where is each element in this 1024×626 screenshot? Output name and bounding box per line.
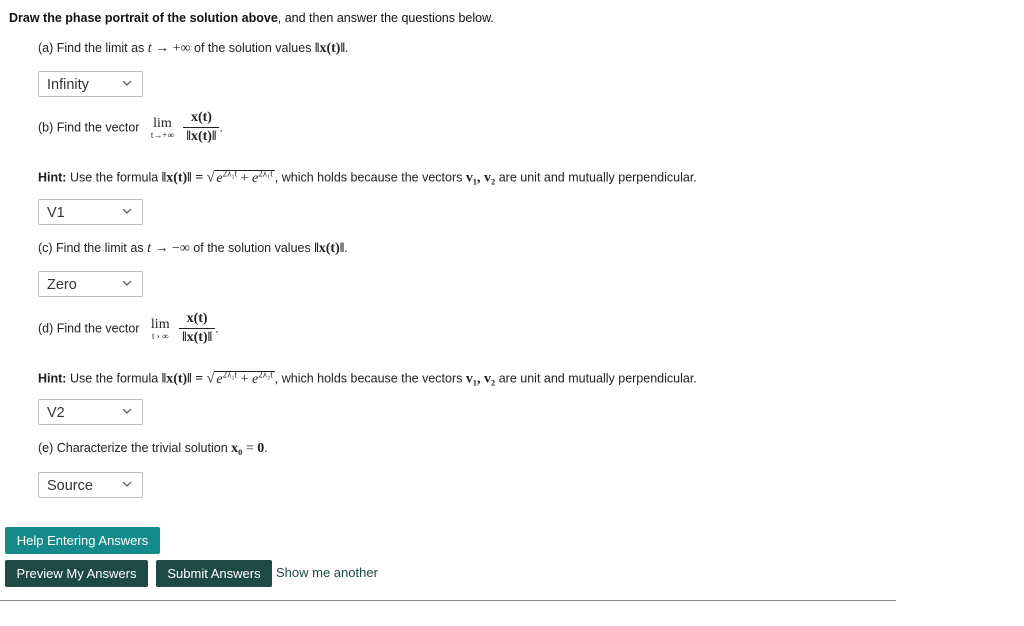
math-limit: lim t › ∞ <box>151 317 170 341</box>
chevron-down-icon <box>122 481 132 487</box>
question-d: (d) Find the vector lim t › ∞ x(t) ‖x(t)… <box>38 311 219 346</box>
chevron-down-icon <box>122 80 132 86</box>
hint-d: Hint: Use the formula ‖x(t)‖ = √ e2λ₁t + … <box>38 369 697 388</box>
hint-text-3: are unit and mutually perpendicular. <box>495 170 697 185</box>
answer-d-select[interactable]: V2 <box>38 399 143 425</box>
chevron-down-icon <box>122 408 132 414</box>
hint-text: Use the formula <box>66 170 162 185</box>
fraction-numerator: x(t) <box>183 110 220 128</box>
question-a-text: (a) Find the limit as <box>38 41 148 55</box>
hint-sqrt: √ e2λ₁t + e2λ₂t <box>206 369 275 387</box>
limit-subscript: t→+∞ <box>150 129 174 140</box>
heading-rest: , and then answer the questions below. <box>277 11 494 25</box>
math-norm: ‖x(t)‖ <box>314 241 345 256</box>
math-fraction: x(t) ‖x(t)‖ <box>179 311 216 346</box>
answer-c-select[interactable]: Zero <box>38 271 143 297</box>
sqrt-term-a-exp: 2λ₁t <box>222 168 238 178</box>
question-a-end: . <box>345 41 349 55</box>
math-t: t <box>147 241 151 256</box>
answer-e-select[interactable]: Source <box>38 472 143 498</box>
question-c: (c) Find the limit as t → −∞ of the solu… <box>38 241 348 257</box>
hint-text-2: , which holds because the vectors <box>274 170 466 185</box>
answer-b-value: V1 <box>47 205 65 221</box>
bottom-divider <box>0 600 896 601</box>
chevron-down-icon <box>122 280 132 286</box>
math-t: t <box>147 41 152 56</box>
answer-e-value: Source <box>47 478 93 494</box>
math-norm: ‖x(t)‖ <box>314 41 345 56</box>
hint-label: Hint: <box>38 170 67 185</box>
fraction-denominator: ‖x(t)‖ <box>186 129 217 144</box>
answer-d-value: V2 <box>47 405 65 421</box>
chevron-down-icon <box>122 208 132 214</box>
help-entering-answers-button[interactable]: Help Entering Answers <box>5 527 160 554</box>
hint-norm: ‖x(t)‖ = <box>161 170 207 186</box>
question-d-text: (d) Find the vector <box>38 321 140 336</box>
question-a-text-middle: of the solution values <box>190 41 315 55</box>
preview-answers-button[interactable]: Preview My Answers <box>5 560 148 587</box>
math-limit: lim t→+∞ <box>151 116 174 140</box>
answer-a-select[interactable]: Infinity <box>38 71 143 97</box>
sqrt-term-b-exp: 2λ₁t <box>258 168 273 178</box>
sqrt-term-b-exp: 2λ₂t <box>258 369 273 379</box>
sqrt-plus: + <box>237 170 253 186</box>
answer-a-value: Infinity <box>47 77 89 93</box>
question-b-end: . <box>219 120 223 135</box>
math-equals: = <box>242 441 258 456</box>
hint-label: Hint: <box>38 371 67 386</box>
answer-c-value: Zero <box>47 277 77 293</box>
math-x0: x₀ <box>231 441 243 456</box>
question-e: (e) Characterize the trivial solution x₀… <box>38 441 268 457</box>
math-limit-arrow: → +∞ <box>155 41 191 56</box>
hint-text-2: , which holds because the vectors <box>274 371 466 386</box>
sqrt-plus: + <box>237 371 253 387</box>
instructions-heading: Draw the phase portrait of the solution … <box>9 11 494 25</box>
question-b-text: (b) Find the vector <box>38 120 140 135</box>
hint-text-3: are unit and mutually perpendicular. <box>495 371 697 386</box>
hint-b: Hint: Use the formula ‖x(t)‖ = √ e2λ₁t + … <box>38 168 697 187</box>
heading-bold: Draw the phase portrait of the solution … <box>9 11 278 25</box>
answer-b-select[interactable]: V1 <box>38 199 143 225</box>
math-fraction: x(t) ‖x(t)‖ <box>183 110 220 145</box>
hint-sqrt: √ e2λ₁t + e2λ₁t <box>206 168 275 186</box>
fraction-numerator: x(t) <box>179 311 216 329</box>
sqrt-term-a-exp: 2λ₁t <box>222 369 238 379</box>
math-limit-arrow: → −∞ <box>154 241 190 256</box>
hint-vectors: v₁, v₂ <box>465 170 496 186</box>
hint-norm: ‖x(t)‖ = <box>161 371 207 387</box>
question-e-text: (e) Characterize the trivial solution <box>38 441 232 455</box>
question-c-text: (c) Find the limit as <box>38 241 148 255</box>
hint-text: Use the formula <box>66 371 162 386</box>
fraction-denominator: ‖x(t)‖ <box>182 330 213 345</box>
question-e-end: . <box>264 441 268 455</box>
question-c-text-middle: of the solution values <box>189 241 315 255</box>
show-me-another-link[interactable]: Show me another <box>276 565 378 580</box>
question-c-end: . <box>344 241 348 255</box>
question-b: (b) Find the vector lim t→+∞ x(t) ‖x(t)‖… <box>38 110 223 145</box>
question-d-end: . <box>215 321 219 336</box>
hint-vectors: v₁, v₂ <box>465 371 496 387</box>
submit-answers-button[interactable]: Submit Answers <box>156 560 272 587</box>
question-a: (a) Find the limit as t → +∞ of the solu… <box>38 41 348 57</box>
limit-subscript: t › ∞ <box>152 330 169 341</box>
